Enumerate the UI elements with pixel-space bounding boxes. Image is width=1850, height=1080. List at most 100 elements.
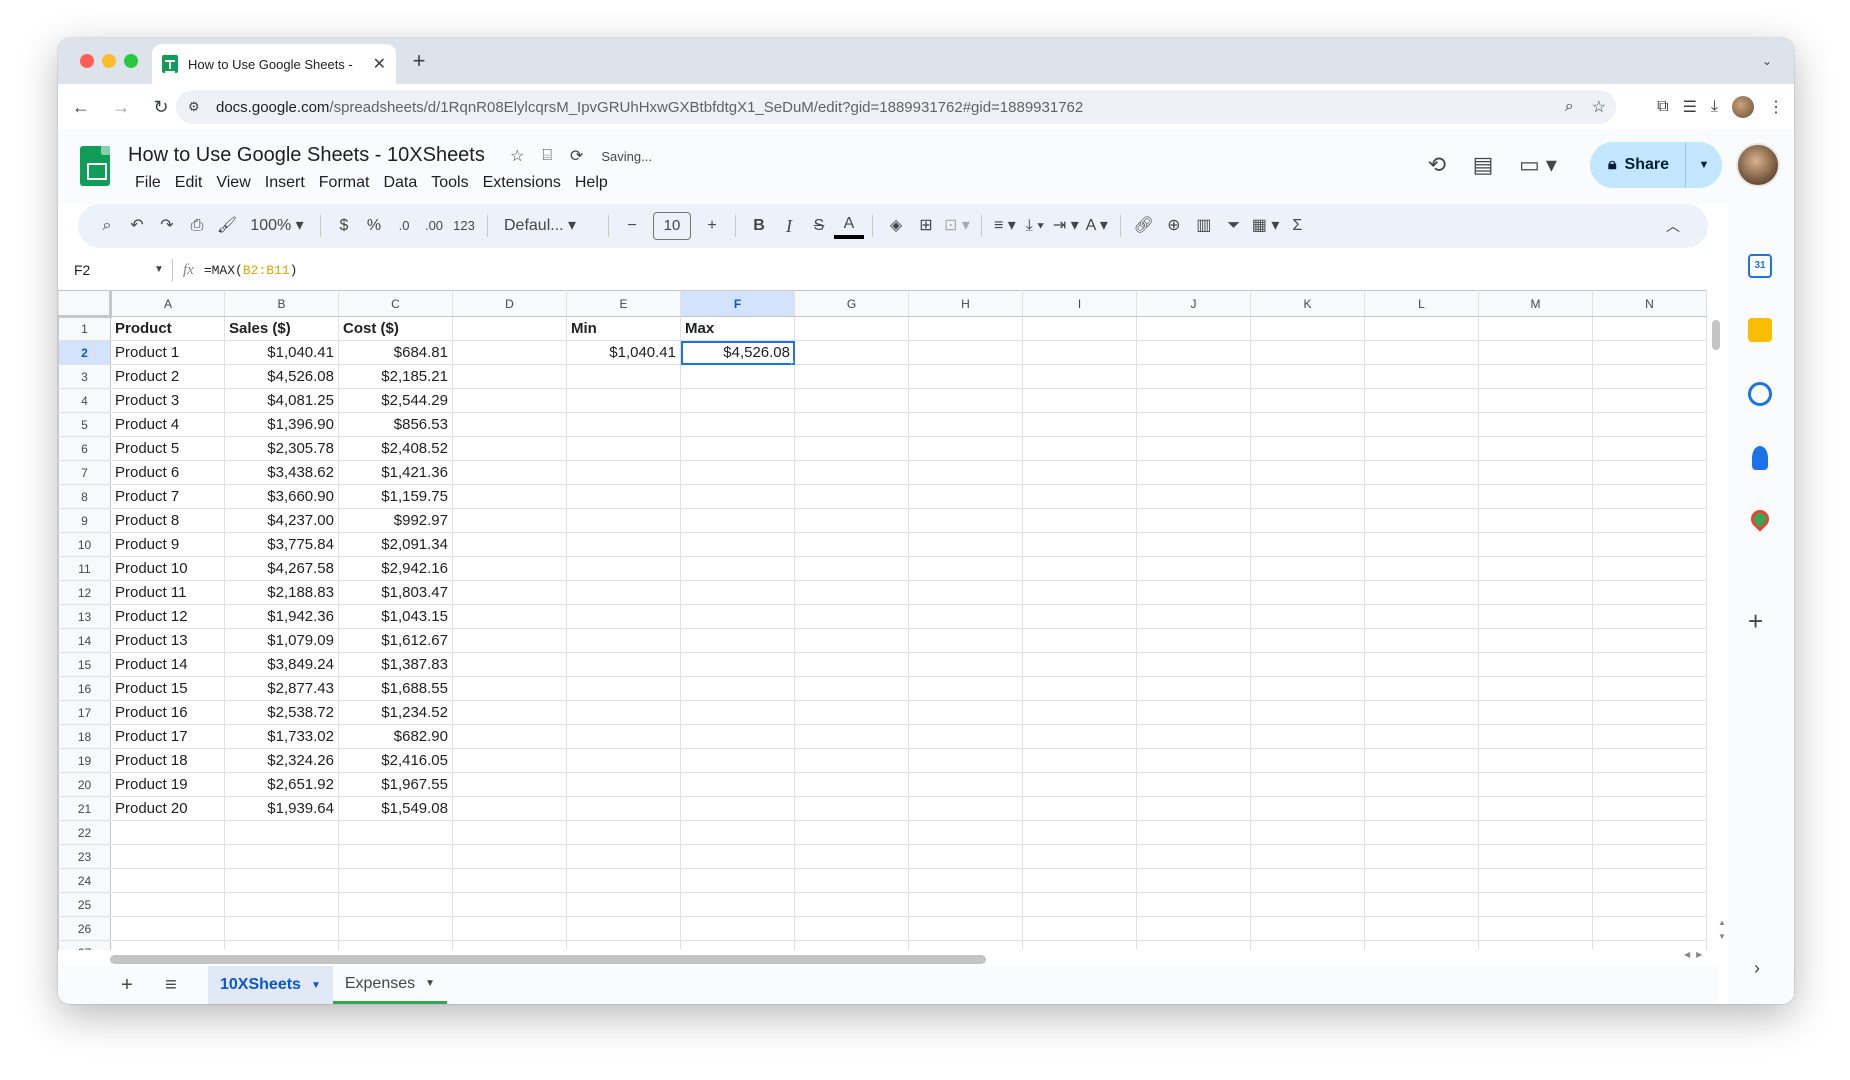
cell-c15[interactable]: $1,387.83 [338,652,453,677]
cell-k2[interactable] [1250,340,1365,365]
cell-h25[interactable] [908,892,1023,917]
cell-m3[interactable] [1478,364,1593,389]
cell-m1[interactable] [1478,316,1593,341]
cell-d1[interactable] [452,316,567,341]
cell-a27[interactable] [110,940,225,950]
cell-j25[interactable] [1136,892,1251,917]
cell-b26[interactable] [224,916,339,941]
cell-l19[interactable] [1364,748,1479,773]
cell-n21[interactable] [1592,796,1707,821]
cell-l14[interactable] [1364,628,1479,653]
font-size-input[interactable]: 10 [653,212,691,240]
cell-l6[interactable] [1364,436,1479,461]
cell-i22[interactable] [1022,820,1137,845]
cell-k15[interactable] [1250,652,1365,677]
cell-n1[interactable] [1592,316,1707,341]
filter-icon[interactable]: ⏷ [1219,211,1249,241]
cell-g9[interactable] [794,508,909,533]
extensions-icon[interactable]: ⧉ [1657,98,1668,116]
cell-k13[interactable] [1250,604,1365,629]
row-header-5[interactable]: 5 [58,412,111,437]
cell-k22[interactable] [1250,820,1365,845]
cell-n26[interactable] [1592,916,1707,941]
cell-c6[interactable]: $2,408.52 [338,436,453,461]
cell-k20[interactable] [1250,772,1365,797]
cell-m25[interactable] [1478,892,1593,917]
cell-c22[interactable] [338,820,453,845]
cell-a1[interactable]: Product [110,316,225,341]
cell-j26[interactable] [1136,916,1251,941]
cell-d4[interactable] [452,388,567,413]
cell-m26[interactable] [1478,916,1593,941]
cell-m5[interactable] [1478,412,1593,437]
column-header-j[interactable]: J [1136,290,1251,317]
cell-m10[interactable] [1478,532,1593,557]
paint-format-icon[interactable]: 🖌︎ [212,211,242,241]
cell-c27[interactable] [338,940,453,950]
cell-j3[interactable] [1136,364,1251,389]
cell-d12[interactable] [452,580,567,605]
cell-l25[interactable] [1364,892,1479,917]
cell-h7[interactable] [908,460,1023,485]
cell-d3[interactable] [452,364,567,389]
cell-d8[interactable] [452,484,567,509]
cell-d7[interactable] [452,460,567,485]
cell-d17[interactable] [452,700,567,725]
column-header-f[interactable]: F [680,290,795,317]
cell-a15[interactable]: Product 14 [110,652,225,677]
vertical-scroll-arrows[interactable]: ▲ ▼ [1718,916,1726,944]
cell-m9[interactable] [1478,508,1593,533]
cell-f11[interactable] [680,556,795,581]
cell-n24[interactable] [1592,868,1707,893]
cell-c13[interactable]: $1,043.15 [338,604,453,629]
row-header-10[interactable]: 10 [58,532,111,557]
cell-k25[interactable] [1250,892,1365,917]
cell-e24[interactable] [566,868,681,893]
cell-b23[interactable] [224,844,339,869]
cell-l4[interactable] [1364,388,1479,413]
cell-f2[interactable]: $4,526.08 [680,340,795,365]
borders-icon[interactable]: ⊞ [911,211,941,241]
collapse-toolbar-chevron-icon[interactable]: ︿ [1658,211,1688,241]
cell-k4[interactable] [1250,388,1365,413]
cell-i4[interactable] [1022,388,1137,413]
cell-n22[interactable] [1592,820,1707,845]
forward-arrow-icon[interactable]: → [104,90,138,124]
cell-j6[interactable] [1136,436,1251,461]
cell-g2[interactable] [794,340,909,365]
cell-e12[interactable] [566,580,681,605]
cell-i14[interactable] [1022,628,1137,653]
cell-b9[interactable]: $4,237.00 [224,508,339,533]
sheet-menu-caret-icon[interactable]: ▼ [425,978,435,989]
cell-i26[interactable] [1022,916,1137,941]
cell-n17[interactable] [1592,700,1707,725]
cell-a5[interactable]: Product 4 [110,412,225,437]
cell-b11[interactable]: $4,267.58 [224,556,339,581]
font-size-increase-button[interactable]: + [697,211,727,241]
cell-f24[interactable] [680,868,795,893]
cell-l23[interactable] [1364,844,1479,869]
menu-help[interactable]: Help [568,172,615,194]
cell-f14[interactable] [680,628,795,653]
row-header-23[interactable]: 23 [58,844,111,869]
namebox-dropdown-icon[interactable]: ▼ [154,264,164,275]
cell-h11[interactable] [908,556,1023,581]
cell-i27[interactable] [1022,940,1137,950]
row-header-19[interactable]: 19 [58,748,111,773]
cell-d22[interactable] [452,820,567,845]
cell-j4[interactable] [1136,388,1251,413]
search-menus-icon[interactable]: ⌕ [92,211,122,241]
cell-e27[interactable] [566,940,681,950]
cell-h10[interactable] [908,532,1023,557]
cell-l1[interactable] [1364,316,1479,341]
cell-i19[interactable] [1022,748,1137,773]
cell-m19[interactable] [1478,748,1593,773]
row-header-21[interactable]: 21 [58,796,111,821]
cell-n19[interactable] [1592,748,1707,773]
tab-search-chevron-icon[interactable]: ⌄ [1754,48,1780,74]
cell-d11[interactable] [452,556,567,581]
cell-g1[interactable] [794,316,909,341]
cell-h23[interactable] [908,844,1023,869]
cell-c25[interactable] [338,892,453,917]
move-folder-icon[interactable]: ⌸ [542,147,552,165]
